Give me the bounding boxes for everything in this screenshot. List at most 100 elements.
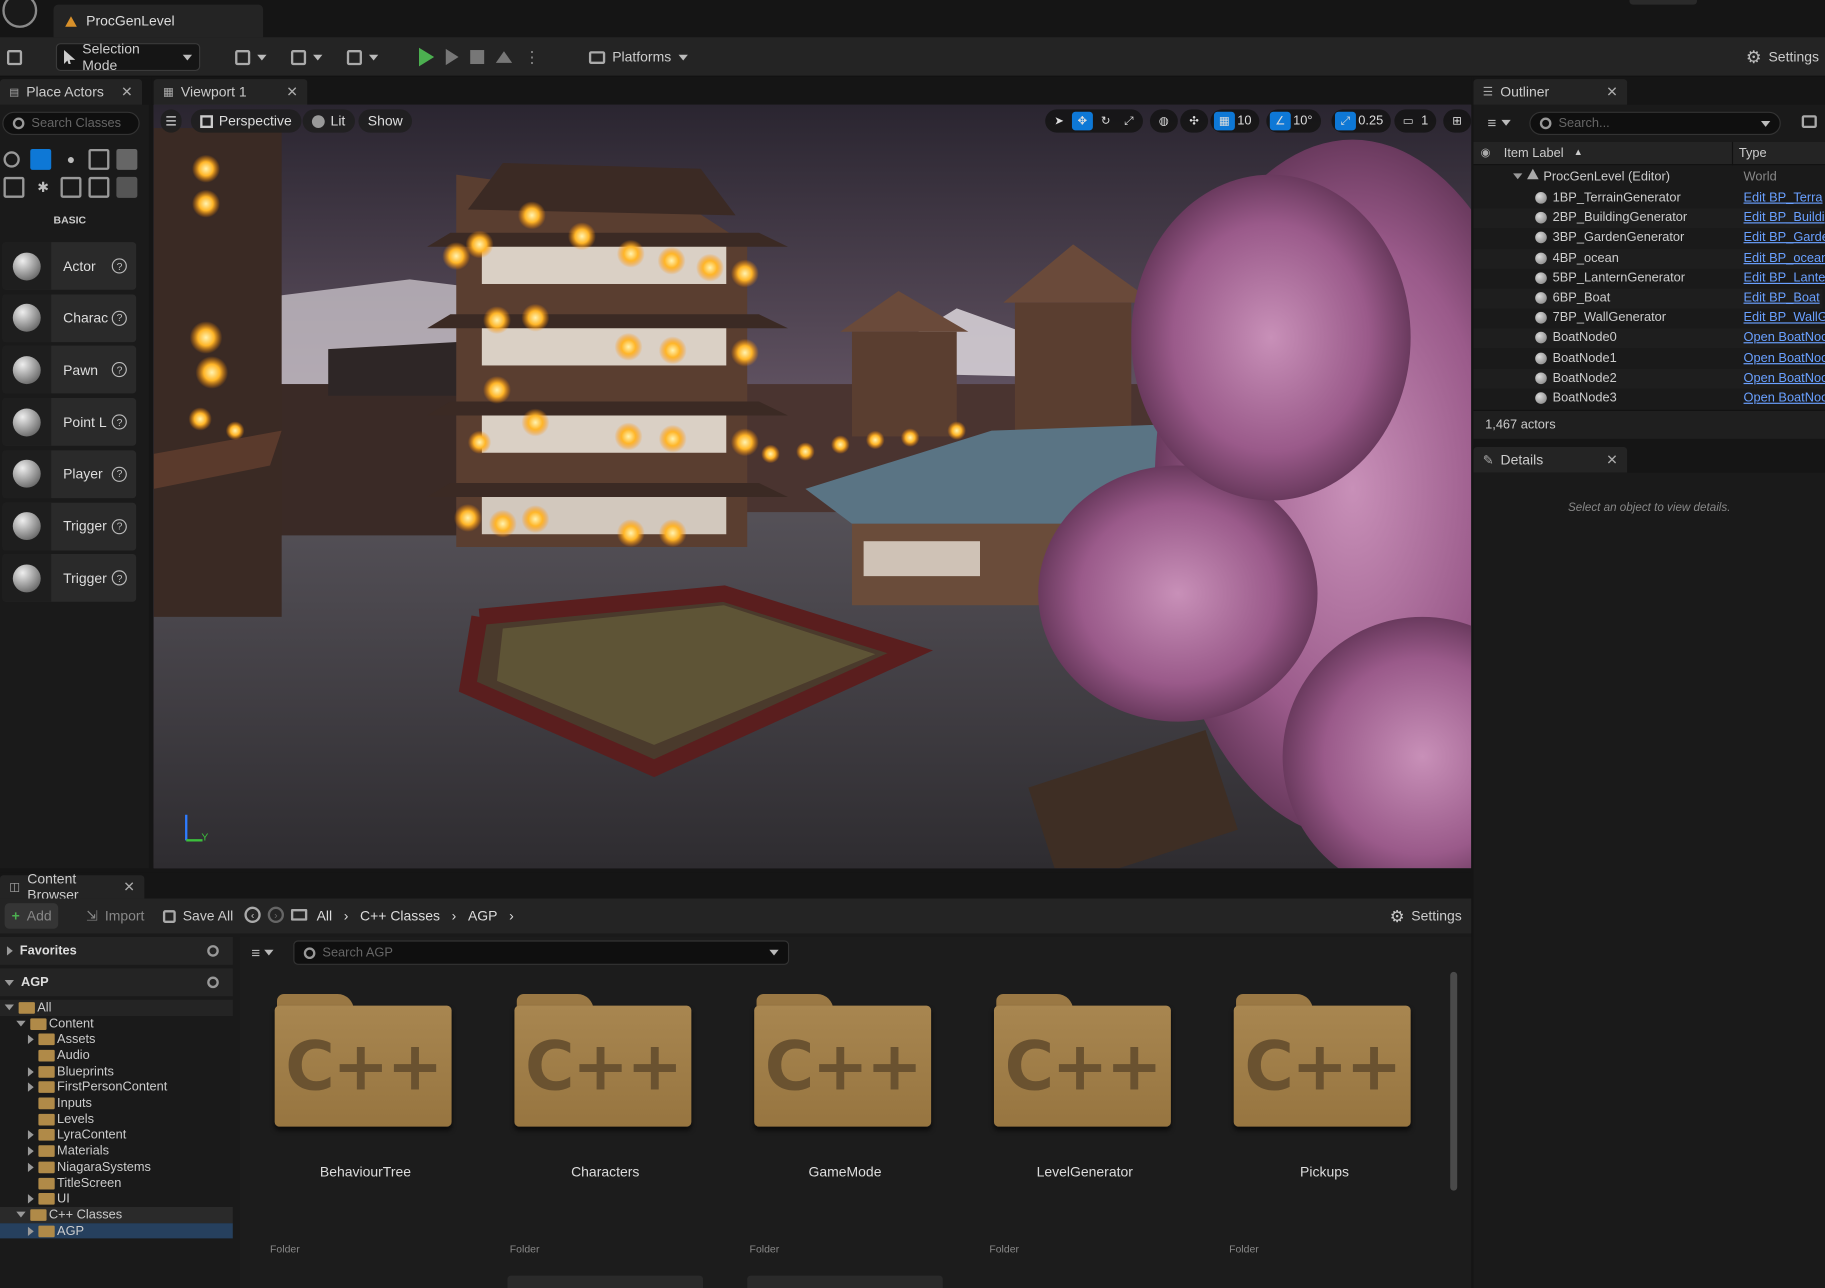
outliner-row[interactable]: 5BP_LanternGenerator Edit BP_Lante [1473,269,1825,289]
actor-class-item[interactable]: Player? [2,450,137,498]
breadcrumb-cpp-classes[interactable]: C++ Classes [360,908,440,924]
add-actor-button[interactable] [228,43,273,71]
camera-speed-control[interactable]: ▭ 1 [1394,109,1437,133]
tree-item[interactable]: Materials [0,1143,233,1159]
asset-filter-button[interactable]: ≡ [251,944,274,961]
project-section[interactable]: AGP [0,968,233,997]
folder-tile[interactable]: C++ BehaviourTree Folder [270,993,457,1262]
move-tool-icon[interactable]: ✥ [1071,111,1093,131]
outliner-row[interactable]: BoatNode3 Open BoatNoc [1473,389,1825,409]
outliner-item-type-link[interactable]: Edit BP_Lante [1744,271,1825,285]
tree-item[interactable]: Content [0,1016,233,1032]
outliner-item-type-link[interactable]: Open BoatNoc [1744,371,1825,385]
skip-icon[interactable] [445,48,459,66]
tree-item[interactable]: Levels [0,1111,233,1127]
folder-tile[interactable]: C++ Characters Folder [510,993,696,1262]
add-folder-icon[interactable] [1801,115,1817,129]
help-icon[interactable]: ? [112,310,127,326]
tree-item[interactable]: AGP [0,1223,233,1239]
tab-content-browser[interactable]: ◫ Content Browser ✕ [0,871,145,903]
tree-item[interactable]: All [0,999,233,1016]
outliner-row[interactable]: BoatNode1 Open BoatNoc [1473,349,1825,369]
expand-arrow-icon[interactable] [27,1130,34,1140]
outliner-item-type-link[interactable]: Edit BP_Boat [1744,291,1825,305]
settings-button[interactable]: ⚙ Settings [1739,43,1825,71]
asset-search-input[interactable]: Search AGP [293,940,790,965]
folder-tile[interactable]: C++ Pickups Folder [1229,993,1416,1262]
tree-item[interactable]: C++ Classes [0,1207,233,1224]
column-divider[interactable] [1731,141,1734,166]
blueprints-button[interactable] [284,43,329,71]
tree-item[interactable]: UI [0,1191,233,1207]
close-icon[interactable]: ✕ [286,84,298,100]
outliner-row[interactable]: BoatNode0 Open BoatNoc [1473,328,1825,349]
content-settings-button[interactable]: ⚙ Settings [1383,903,1469,929]
save-icon[interactable] [2,43,26,71]
expand-arrow-icon[interactable] [1513,173,1523,180]
favorites-section[interactable]: Favorites [0,936,233,965]
actor-class-item[interactable]: Trigger? [2,502,137,550]
outliner-row[interactable]: BoatNode2 Open BoatNoc [1473,368,1825,389]
expand-arrow-icon[interactable] [27,1226,34,1236]
recent-icon[interactable] [3,151,20,168]
outliner-search-input[interactable]: Search... [1529,111,1781,136]
perspective-button[interactable]: Perspective [190,109,302,133]
lit-button[interactable]: Lit [302,109,355,133]
import-button[interactable]: ⇲ Import [79,903,151,929]
actor-class-item[interactable]: Actor? [2,242,137,290]
expand-arrow-icon[interactable] [27,1162,34,1172]
collapse-arrow-icon[interactable] [4,1004,14,1011]
grid-snap-control[interactable]: ▦ 10 [1210,109,1260,133]
help-icon[interactable]: ? [112,466,127,482]
chevron-right-icon[interactable]: › [344,908,349,924]
breadcrumb-all[interactable]: All [317,908,333,924]
actor-class-item[interactable]: Trigger? [2,554,137,602]
actor-class-item[interactable]: Charac? [2,294,137,342]
collapse-arrow-icon[interactable] [16,1020,26,1027]
geometry-category-icon[interactable] [3,176,25,198]
close-icon[interactable]: ✕ [1606,452,1618,468]
outliner-row[interactable]: 2BP_BuildingGenerator Edit BP_Buildi [1473,208,1825,229]
tree-item[interactable]: Assets [0,1032,233,1048]
tab-place-actors[interactable]: ▤ Place Actors ✕ [0,79,142,105]
scale-snap-control[interactable]: ⤢ 0.25 [1331,109,1392,133]
chevron-right-icon[interactable]: › [509,908,514,924]
help-icon[interactable]: ? [112,258,127,274]
actor-class-item[interactable]: Pawn? [2,346,137,394]
tree-item[interactable]: Audio [0,1048,233,1064]
cinematic-category-icon[interactable] [88,148,110,170]
tree-item[interactable]: Inputs [0,1095,233,1111]
outliner-item-type-link[interactable]: Edit BP_Garde [1744,231,1825,245]
show-button[interactable]: Show [358,109,413,133]
expand-arrow-icon[interactable] [27,1066,34,1077]
tree-item[interactable]: TitleScreen [0,1175,233,1191]
cinematics-button[interactable] [340,43,385,71]
search-classes-input[interactable]: Search Classes [2,111,140,136]
coordinate-space-button[interactable]: ◍ [1149,109,1178,133]
help-icon[interactable]: ? [112,362,127,378]
basic-category-icon[interactable] [30,148,52,170]
scrollbar[interactable] [1450,971,1458,1191]
outliner-item-type-link[interactable]: Edit BP_Buildi [1744,211,1825,225]
play-icon[interactable] [419,47,435,67]
outliner-row[interactable]: 4BP_ocean Edit BP_ocean [1473,248,1825,269]
outliner-row[interactable]: 3BP_GardenGenerator Edit BP_Garde [1473,229,1825,249]
shapes-category-icon[interactable] [88,176,110,198]
level-tab[interactable]: ProcGenLevel [53,4,264,38]
expand-arrow-icon[interactable] [27,1082,34,1093]
outliner-item-type-link[interactable]: Open BoatNoc [1744,391,1825,405]
close-icon[interactable]: ✕ [1606,84,1618,100]
more-options-icon[interactable]: ⋮ [524,47,540,67]
outliner-row[interactable]: 6BP_Boat Edit BP_Boat [1473,288,1825,309]
surface-snapping-button[interactable]: ✣ [1180,109,1209,133]
save-all-button[interactable]: Save All [156,903,240,929]
expand-arrow-icon[interactable] [27,1034,34,1045]
forward-icon[interactable]: › [267,906,284,923]
breadcrumb-agp[interactable]: AGP [468,908,497,924]
eject-icon[interactable] [495,51,513,63]
back-icon[interactable]: ‹ [244,906,261,923]
outliner-item-type-link[interactable]: Edit BP_Terra [1744,191,1825,205]
help-icon[interactable]: ? [112,570,127,586]
actor-class-item[interactable]: Point L? [2,398,137,446]
visibility-eye-icon[interactable]: ◉ [1480,147,1490,160]
